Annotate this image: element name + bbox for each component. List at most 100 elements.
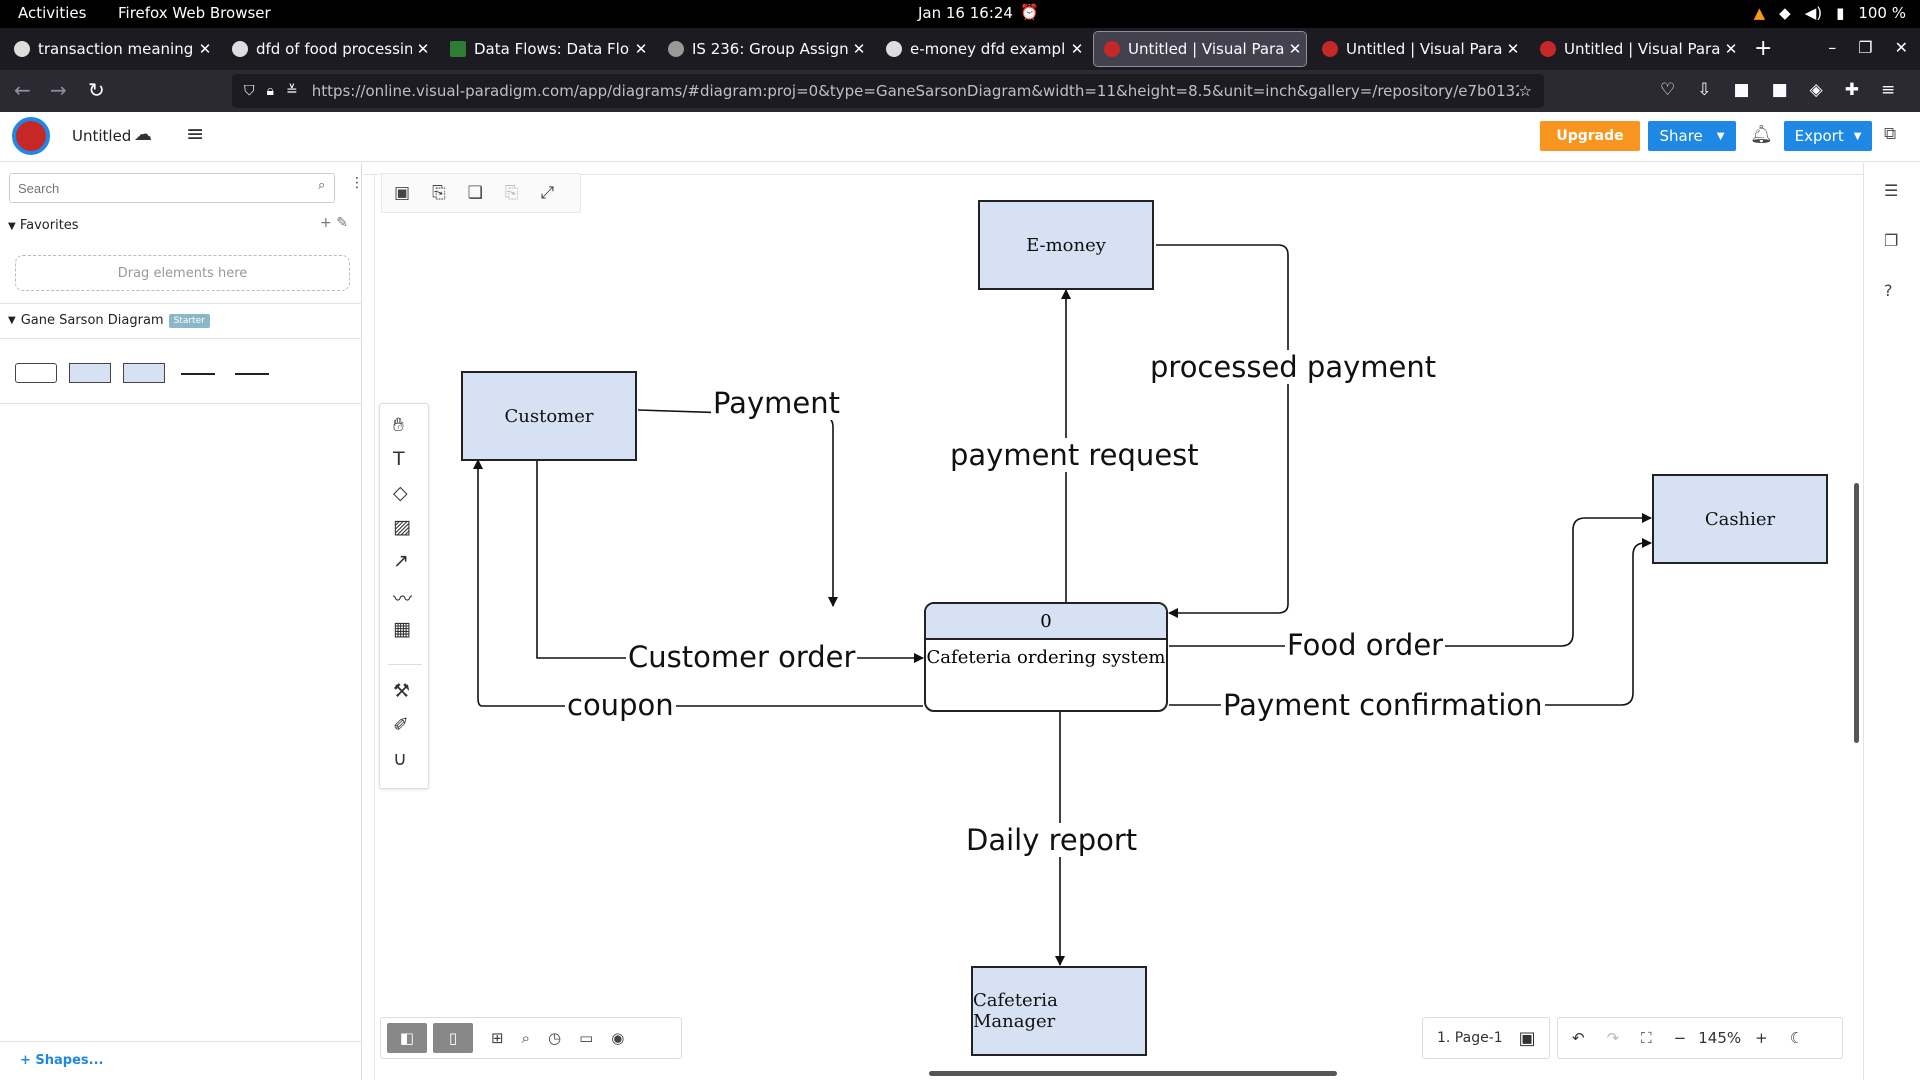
reload-icon[interactable]: ↻ xyxy=(88,78,105,102)
hand-tool-icon[interactable]: ✋︎ xyxy=(393,414,404,436)
new-tab-icon[interactable]: + xyxy=(1754,36,1772,61)
fullscreen-icon[interactable]: ⛶ xyxy=(1641,1029,1652,1047)
page-label[interactable]: 1. Page-1 xyxy=(1437,1030,1503,1046)
system-tray[interactable]: ▲ ◆ ◀) ▮ 100 % xyxy=(1754,4,1906,22)
close-tab-icon[interactable]: ✕ xyxy=(630,40,652,58)
entity-cafeteria-manager[interactable]: Cafeteria Manager xyxy=(971,966,1147,1056)
flow-label-food-order[interactable]: Food order xyxy=(1285,628,1446,662)
entity-e-money[interactable]: E-money xyxy=(978,200,1154,290)
more-options-icon[interactable]: ⋮ xyxy=(350,175,364,191)
flow-label-coupon[interactable]: coupon xyxy=(565,688,676,722)
close-tab-icon[interactable]: ✕ xyxy=(1066,40,1088,58)
flow-label-payment-confirmation[interactable]: Payment confirmation xyxy=(1221,688,1545,722)
zoom-out-icon[interactable]: − xyxy=(1674,1029,1687,1047)
extension-icon[interactable]: ◈ xyxy=(1810,80,1823,100)
entity-customer[interactable]: Customer xyxy=(461,371,637,461)
search-icon[interactable]: ⌕ xyxy=(522,1029,530,1047)
format-painter-icon[interactable]: ⚒ xyxy=(393,680,410,702)
flow-label-payment-request[interactable]: payment request xyxy=(948,438,1201,472)
layers-icon[interactable]: ❐ xyxy=(1884,231,1898,250)
close-tab-icon[interactable]: ✕ xyxy=(194,40,216,58)
data-flow-shape[interactable] xyxy=(181,373,215,375)
night-mode-icon[interactable]: ☾ xyxy=(1790,1029,1803,1047)
close-tab-icon[interactable]: ✕ xyxy=(412,40,434,58)
flow-food-order-line[interactable] xyxy=(1169,513,1652,647)
timer-icon[interactable]: ◷ xyxy=(548,1029,561,1047)
browser-tab[interactable]: dfd of food processing -✕ xyxy=(222,32,434,66)
grid-icon[interactable]: ⊞ xyxy=(491,1029,504,1047)
shield-icon[interactable]: ⛉ xyxy=(244,83,255,99)
browser-tab[interactable]: IS 236: Group Assignmen✕ xyxy=(658,32,870,66)
close-tab-icon[interactable]: ✕ xyxy=(848,40,870,58)
browser-tab[interactable]: Data Flows: Data Flow D✕ xyxy=(440,32,652,66)
app-menu[interactable]: Firefox Web Browser xyxy=(118,4,271,22)
activities-button[interactable]: Activities xyxy=(18,4,86,22)
shapes-tool-icon[interactable]: ◇ xyxy=(393,482,408,504)
lock-icon[interactable]: 🔒︎ xyxy=(267,83,274,99)
external-entity-shape[interactable] xyxy=(69,363,111,383)
cloud-icon[interactable]: ☁ xyxy=(134,124,152,145)
zoom-level[interactable]: 145% xyxy=(1698,1029,1741,1047)
export-button[interactable]: Export ▼ xyxy=(1784,121,1872,151)
pocket-icon[interactable]: ♡ xyxy=(1660,80,1675,100)
present-icon[interactable]: ⧉ xyxy=(1884,124,1896,144)
bookmark-star-icon[interactable]: ☆ xyxy=(1519,82,1532,100)
browser-tab-active[interactable]: Untitled | Visual Paradig✕ xyxy=(1093,31,1307,67)
bell-icon[interactable]: 🔔︎ xyxy=(1750,124,1773,145)
extension-icon[interactable]: ■ xyxy=(1734,80,1750,100)
url-text[interactable]: https://online.visual-paradigm.com/app/d… xyxy=(312,82,1519,100)
extension-icon[interactable]: ✚ xyxy=(1845,80,1859,100)
panel-toggle-icon[interactable]: ◧ xyxy=(387,1023,427,1053)
brush-icon[interactable]: ✐ xyxy=(393,714,409,736)
back-icon[interactable]: ← xyxy=(14,78,31,102)
hamburger-menu-icon[interactable]: ≡ xyxy=(186,122,204,147)
flow-label-payment[interactable]: Payment xyxy=(711,386,842,420)
flow-payment-confirmation-line[interactable] xyxy=(1169,538,1652,706)
share-button[interactable]: Share ▼ xyxy=(1648,121,1736,151)
favorites-drop-zone[interactable]: Drag elements here xyxy=(15,255,350,291)
add-icon[interactable]: + xyxy=(320,215,332,231)
magnet-icon[interactable]: ∪ xyxy=(393,748,407,770)
comment-icon[interactable]: ◉ xyxy=(611,1029,624,1047)
flow-customer-order-line[interactable] xyxy=(536,459,924,663)
more-shapes-link[interactable]: + Shapes... xyxy=(20,1053,104,1068)
help-icon[interactable]: ? xyxy=(1884,281,1893,300)
shape-search-input[interactable] xyxy=(9,173,335,203)
bidirectional-flow-shape[interactable] xyxy=(235,373,269,375)
flow-payment-line[interactable] xyxy=(637,409,838,607)
undo-icon[interactable]: ↶ xyxy=(1572,1029,1585,1047)
close-window-icon[interactable]: ✕ xyxy=(1895,38,1908,57)
entity-cashier[interactable]: Cashier xyxy=(1652,474,1828,564)
vertical-scrollbar[interactable] xyxy=(1854,483,1859,743)
document-name[interactable]: Untitled xyxy=(72,127,131,145)
table-tool-icon[interactable]: ▦ xyxy=(393,618,411,640)
horizontal-scrollbar[interactable] xyxy=(929,1071,1337,1076)
menu-icon[interactable]: ≡ xyxy=(1881,80,1895,100)
image-tool-icon[interactable]: ▨ xyxy=(393,516,411,538)
browser-tab[interactable]: e-money dfd example in✕ xyxy=(876,32,1088,66)
data-store-shape[interactable] xyxy=(123,363,165,383)
downloads-icon[interactable]: ⇩ xyxy=(1697,80,1711,100)
zoom-in-icon[interactable]: + xyxy=(1755,1029,1768,1047)
browser-tab[interactable]: transaction meaning - Ta✕ xyxy=(4,32,216,66)
flow-label-customer-order[interactable]: Customer order xyxy=(626,640,858,674)
browser-tab[interactable]: Untitled | Visual Paradig✕ xyxy=(1530,32,1742,66)
maximize-icon[interactable]: ❐ xyxy=(1858,38,1872,57)
sidebar-toggle-icon[interactable]: ▯ xyxy=(433,1023,473,1053)
diagram-canvas[interactable]: ▣ ⎘ ❏ ⎘ ⤢ E-money Customer Cashier Cafet… xyxy=(363,163,1863,1080)
upgrade-button[interactable]: Upgrade xyxy=(1540,121,1640,151)
flow-processed-payment-line[interactable] xyxy=(1156,244,1289,618)
process-cafeteria-ordering[interactable]: 0 Cafeteria ordering system xyxy=(924,602,1168,712)
url-bar[interactable]: ⛉ 🔒︎ ≚ https://online.visual-paradigm.co… xyxy=(232,74,1544,108)
favorites-header[interactable]: ▼ Favorites xyxy=(8,218,79,233)
close-tab-icon[interactable]: ✕ xyxy=(1720,40,1742,58)
video-icon[interactable]: ▭ xyxy=(579,1029,593,1047)
process-shape[interactable] xyxy=(15,363,57,383)
browser-tab[interactable]: Untitled | Visual Paradig✕ xyxy=(1312,32,1524,66)
page-selector[interactable]: 1. Page-1 ▣ xyxy=(1422,1017,1550,1059)
edit-icon[interactable]: ✎ xyxy=(336,215,348,231)
permissions-icon[interactable]: ≚ xyxy=(286,83,298,99)
extension-icon[interactable]: ■ xyxy=(1772,80,1788,100)
close-tab-icon[interactable]: ✕ xyxy=(1502,40,1524,58)
search-icon[interactable]: ⌕ xyxy=(318,178,325,193)
